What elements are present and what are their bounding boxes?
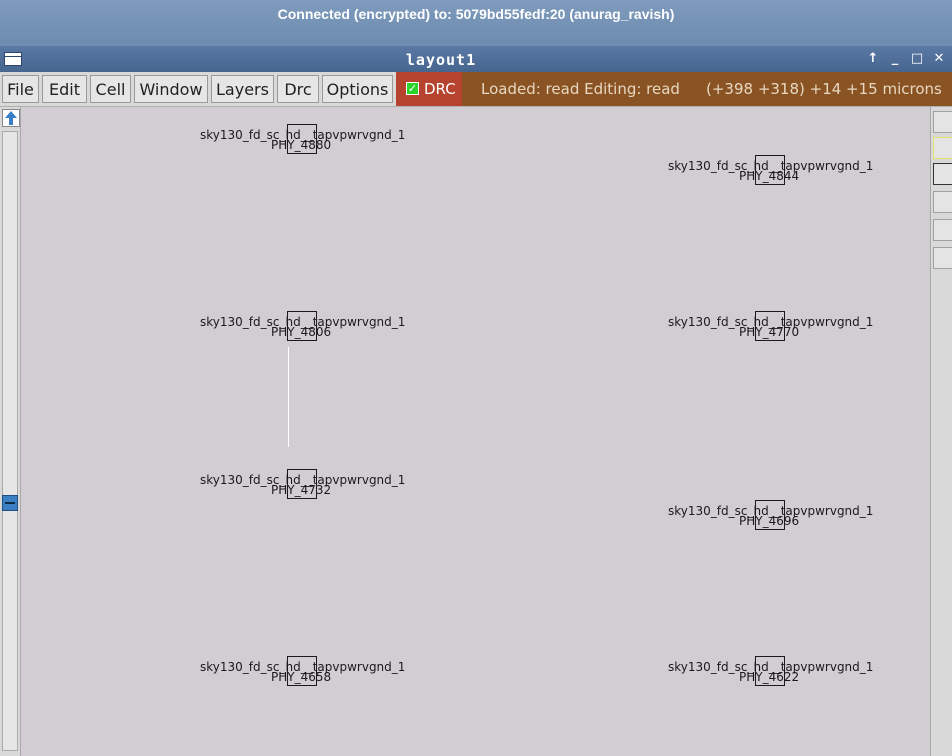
menu-file[interactable]: File <box>2 75 39 103</box>
maximize-icon[interactable]: □ <box>908 49 926 69</box>
cell-instance[interactable]: sky130_fd_sc_hd__tapvpwrvgnd_1 PHY_4806 <box>200 311 440 351</box>
drc-label: DRC <box>424 80 456 98</box>
cell-instance[interactable]: sky130_fd_sc_hd__tapvpwrvgnd_1 PHY_4880 <box>200 124 440 164</box>
menu-drc[interactable]: Drc <box>277 75 319 103</box>
tool-button[interactable] <box>933 111 952 133</box>
tool-button[interactable] <box>933 163 952 185</box>
vnc-title: Connected (encrypted) to: 5079bd55fedf:2… <box>277 6 675 22</box>
cell-id: PHY_4622 <box>739 670 800 684</box>
cell-id: PHY_4696 <box>739 514 800 528</box>
cell-id: PHY_4770 <box>739 325 800 339</box>
cursor-line <box>288 347 289 447</box>
cell-instance[interactable]: sky130_fd_sc_hd__tapvpwrvgnd_1 PHY_4658 <box>200 656 440 696</box>
menu-window[interactable]: Window <box>134 75 208 103</box>
cell-id: PHY_4732 <box>271 483 332 497</box>
edit-status: Loaded: read Editing: read <box>481 80 680 98</box>
tool-button[interactable] <box>933 191 952 213</box>
close-icon[interactable]: ✕ <box>930 49 948 69</box>
tool-palette <box>930 107 952 756</box>
status-area: Loaded: read Editing: read (+398 +318) +… <box>462 72 952 106</box>
window-title: layout1 <box>405 51 477 69</box>
minimize-icon[interactable]: _ <box>886 49 904 69</box>
cell-id: PHY_4844 <box>739 169 800 183</box>
cell-instance[interactable]: sky130_fd_sc_hd__tapvpwrvgnd_1 PHY_4622 <box>668 656 908 696</box>
cell-instance[interactable]: sky130_fd_sc_hd__tapvpwrvgnd_1 PHY_4844 <box>668 155 908 195</box>
menu-edit[interactable]: Edit <box>42 75 87 103</box>
cell-id: PHY_4658 <box>271 670 332 684</box>
tool-button[interactable] <box>933 219 952 241</box>
arrow-up-icon[interactable] <box>2 109 20 127</box>
cell-instance[interactable]: sky130_fd_sc_hd__tapvpwrvgnd_1 PHY_4770 <box>668 311 908 351</box>
tool-button[interactable] <box>933 247 952 269</box>
checkbox-checked-icon[interactable]: ✓ <box>406 82 419 95</box>
scroll-track[interactable] <box>2 131 18 751</box>
cell-id: PHY_4806 <box>271 325 332 339</box>
tool-button-selected[interactable] <box>933 137 952 159</box>
vertical-scrollbar[interactable] <box>0 107 21 756</box>
menubar: File Edit Cell Window Layers Drc Options… <box>0 72 952 107</box>
cell-instance[interactable]: sky130_fd_sc_hd__tapvpwrvgnd_1 PHY_4696 <box>668 500 908 540</box>
drc-toggle[interactable]: ✓ DRC <box>396 72 462 106</box>
menu-layers[interactable]: Layers <box>211 75 274 103</box>
cell-instance[interactable]: sky130_fd_sc_hd__tapvpwrvgnd_1 PHY_4732 <box>200 469 440 509</box>
cell-id: PHY_4880 <box>271 138 332 152</box>
window-titlebar[interactable]: layout1 ↑ _ □ ✕ <box>0 46 952 72</box>
layout-window: layout1 ↑ _ □ ✕ File Edit Cell Window La… <box>0 46 952 756</box>
cursor-coordinates: (+398 +318) +14 +15 microns <box>706 80 942 98</box>
scroll-thumb[interactable] <box>2 495 18 511</box>
vnc-connection-bar: Connected (encrypted) to: 5079bd55fedf:2… <box>0 0 952 44</box>
menu-options[interactable]: Options <box>322 75 393 103</box>
raise-icon[interactable]: ↑ <box>864 49 882 69</box>
menu-cell[interactable]: Cell <box>90 75 131 103</box>
layout-canvas[interactable]: sky130_fd_sc_hd__tapvpwrvgnd_1 PHY_4880 … <box>21 107 930 756</box>
